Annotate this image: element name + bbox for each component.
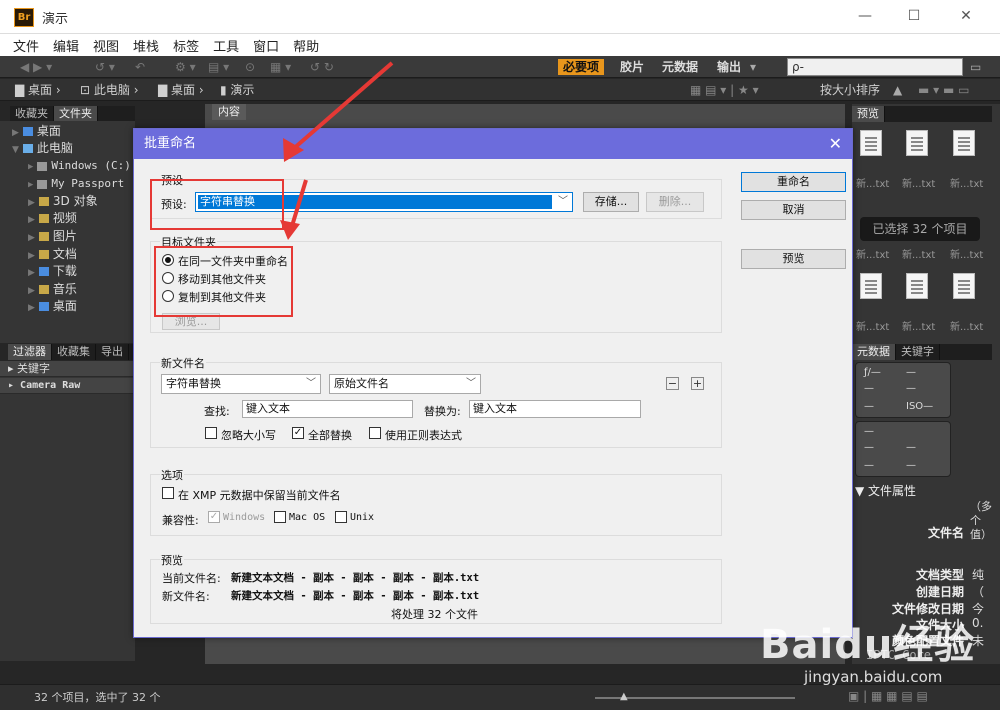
watermark-brand: Baidu经验 [760,622,976,668]
watermark-url: jingyan.baidu.com [804,668,943,686]
baidu-watermark: Baidu经验 [760,612,975,670]
annotation-arrow-1 [290,61,394,152]
annotation-arrows [280,61,394,240]
annotation-arrow-2 [290,179,308,227]
bridge-app: Br 演示 — ☐ ✕ 文件 编辑 视图 堆栈 标签 工具 窗口 帮助 ◀ ▶ … [0,0,1000,710]
annotation-arrowhead-2 [280,220,300,240]
